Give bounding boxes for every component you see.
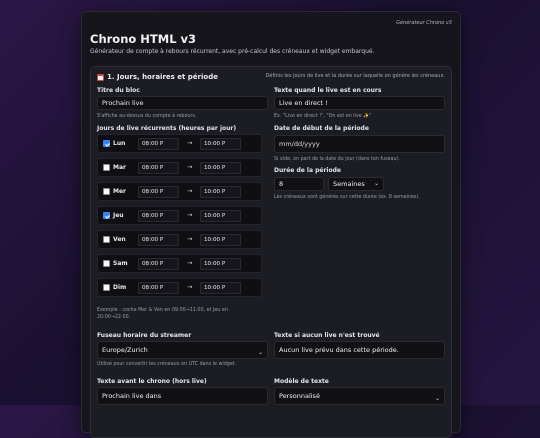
text-model-select[interactable]: Personnalisé ⌄ [274,387,445,405]
day-end-time[interactable]: 10:00 P [200,162,241,174]
day-start-time[interactable]: 08:00 P [138,258,179,270]
arrow-right-icon: → [187,235,193,243]
live-text-label: Texte quand le live est en cours [274,87,382,94]
day-checkbox[interactable] [103,164,110,171]
duration-hint: Les créneaux sont générés sur cette duré… [274,195,420,200]
start-date-hint: Si vide, on part de la date du jour (dan… [274,157,400,162]
duration-input[interactable]: 8 [274,177,324,191]
day-end-time[interactable]: 10:00 P [200,258,241,270]
day-name: Sam [113,260,128,267]
day-name: Jeu [113,212,124,219]
timezone-label: Fuseau horaire du streamer [97,332,192,339]
day-start-time[interactable]: 08:00 P [138,282,179,294]
text-model-label: Modèle de texte [274,378,329,385]
day-name: Ven [113,236,126,243]
day-name: Dim [113,284,127,291]
day-end-time[interactable]: 10:00 P [200,234,241,246]
day-row-sam: Sam 08:00 P → 10:00 P [97,254,262,273]
page-subtitle: Générateur de compte à rebours récurrent… [90,48,375,55]
chevron-down-icon: ⌄ [257,349,263,356]
day-checkbox[interactable] [103,212,110,219]
day-end-time[interactable]: 10:00 P [200,210,241,222]
start-date-input[interactable]: mm/dd/yyyy [274,135,445,153]
before-chrono-input[interactable]: Prochain live dans [97,387,268,405]
live-text-input[interactable]: Live en direct ! [274,96,445,110]
arrow-right-icon: → [187,259,193,267]
recurring-example: Exemple : coche Mer & Ven en 09:00→11:00… [97,308,228,320]
arrow-right-icon: → [187,283,193,291]
day-name: Mar [113,164,126,171]
day-start-time[interactable]: 08:00 P [138,210,179,222]
day-row-jeu: Jeu 08:00 P → 10:00 P [97,206,262,225]
arrow-right-icon: → [187,187,193,195]
start-date-label: Date de début de la période [274,125,369,132]
days-section: 1. Jours, horaires et période Définis le… [90,66,452,438]
timezone-value: Europe/Zurich [102,346,148,354]
day-end-time[interactable]: 10:00 P [200,186,241,198]
arrow-right-icon: → [187,139,193,147]
day-checkbox[interactable] [103,140,110,147]
day-checkbox[interactable] [103,236,110,243]
live-text-hint: Ex. "Live en direct !", "On est en live … [274,114,372,119]
day-start-time[interactable]: 08:00 P [138,138,179,150]
generator-card: Générateur Chrono v3 Chrono HTML v3 Géné… [81,11,461,438]
day-name: Mer [113,188,126,195]
day-row-dim: Dim 08:00 P → 10:00 P [97,278,262,297]
no-live-input[interactable]: Aucun live prévu dans cette période. [274,341,445,359]
timezone-hint: Utilisé pour convertir les créneaux en U… [97,362,237,367]
duration-unit-value: Semaines [333,180,365,188]
duration-unit-select[interactable]: Semaines ⌄ [328,177,384,191]
day-row-ven: Ven 08:00 P → 10:00 P [97,230,262,249]
text-model-value: Personnalisé [279,392,320,400]
section-heading: 1. Jours, horaires et période [97,73,218,81]
version-badge: Générateur Chrono v3 [396,20,452,26]
arrow-right-icon: → [187,163,193,171]
day-end-time[interactable]: 10:00 P [200,282,241,294]
day-row-mar: Mar 08:00 P → 10:00 P [97,158,262,177]
day-checkbox[interactable] [103,284,110,291]
section-note: Définis les jours de live et la durée su… [265,73,445,79]
recurring-days-label: Jours de live récurrents (heures par jou… [97,125,237,132]
day-checkbox[interactable] [103,260,110,267]
day-checkbox[interactable] [103,188,110,195]
day-start-time[interactable]: 08:00 P [138,162,179,174]
day-start-time[interactable]: 08:00 P [138,234,179,246]
calendar-icon [97,73,104,81]
section-heading-text: 1. Jours, horaires et période [107,73,218,81]
block-title-label: Titre du bloc [97,87,140,94]
arrow-right-icon: → [187,211,193,219]
day-end-time[interactable]: 10:00 P [200,138,241,150]
timezone-select[interactable]: Europe/Zurich ⌄ [97,341,268,359]
no-live-label: Texte si aucun live n'est trouvé [274,332,380,339]
day-row-lun: Lun 08:00 P → 10:00 P [97,134,262,153]
day-row-mer: Mer 08:00 P → 10:00 P [97,182,262,201]
block-title-hint: S'affiche au-dessus du compte à rebours. [97,114,197,119]
before-chrono-label: Texte avant le chrono (hors live) [97,378,207,385]
duration-label: Durée de la période [274,167,341,174]
day-start-time[interactable]: 08:00 P [138,186,179,198]
page-title: Chrono HTML v3 [90,32,197,46]
chevron-down-icon: ⌄ [373,180,379,187]
day-name: Lun [113,140,126,147]
block-title-input[interactable]: Prochain live [97,96,268,110]
